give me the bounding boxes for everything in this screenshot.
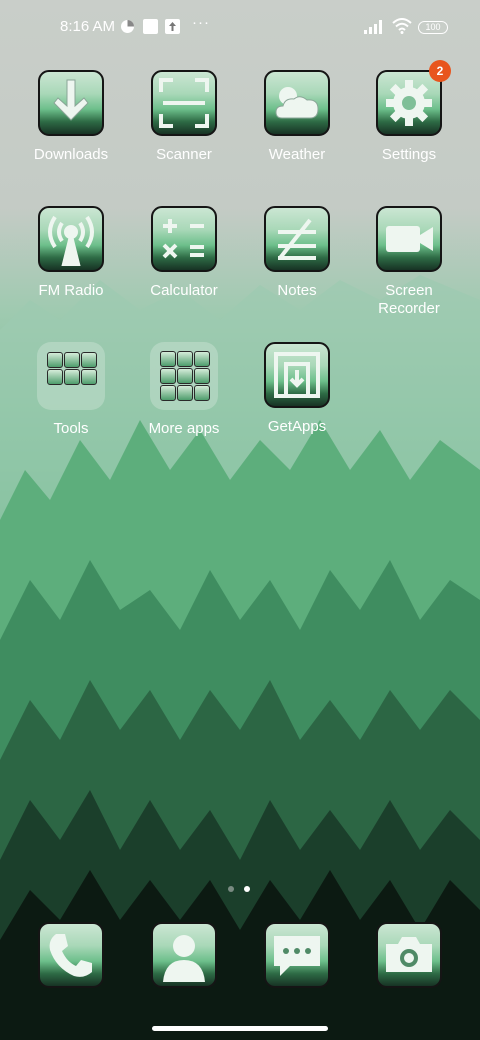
app-scanner[interactable]: Scanner <box>128 70 240 164</box>
app-label: More apps <box>148 420 220 437</box>
app-label: Tools <box>53 420 89 437</box>
app-label: Downloads <box>33 146 109 163</box>
battery-indicator: 100 <box>418 21 448 34</box>
app-screen-recorder[interactable]: Screen Recorder <box>353 206 465 318</box>
radio-icon <box>38 206 104 272</box>
wifi-icon <box>392 18 412 34</box>
upload-notification-icon <box>165 19 180 34</box>
folder-tools[interactable]: Tools <box>15 342 127 438</box>
calculator-icon <box>151 206 217 272</box>
app-label: Settings <box>381 146 437 163</box>
app-label: Screen Recorder <box>378 282 440 317</box>
app-label: Scanner <box>156 146 212 163</box>
app-downloads[interactable]: Downloads <box>15 70 127 164</box>
dock-phone[interactable] <box>15 922 127 988</box>
notes-icon <box>264 206 330 272</box>
messages-icon <box>264 922 330 988</box>
more-notifications-icon: ··· <box>192 14 210 31</box>
dock-camera[interactable] <box>353 922 465 988</box>
folder-more-apps[interactable]: More apps <box>128 342 240 438</box>
app-calculator[interactable]: Calculator <box>128 206 240 300</box>
screen-recorder-icon <box>376 206 442 272</box>
app-fm-radio[interactable]: FM Radio <box>15 206 127 300</box>
notification-square-icon <box>143 19 158 34</box>
download-icon <box>38 70 104 136</box>
weather-icon <box>264 70 330 136</box>
notification-badge: 2 <box>429 60 451 82</box>
app-label: Weather <box>268 146 326 163</box>
dock-messages[interactable] <box>241 922 353 988</box>
app-getapps[interactable]: GetApps <box>241 342 353 436</box>
status-bar: 8:16 AM ··· 100 <box>0 0 480 56</box>
page-dot-active[interactable] <box>244 886 250 892</box>
app-label: Calculator <box>150 282 218 299</box>
home-indicator[interactable] <box>152 1026 328 1031</box>
signal-icon <box>364 20 382 34</box>
data-saver-icon <box>121 20 134 33</box>
app-weather[interactable]: Weather <box>241 70 353 164</box>
getapps-icon <box>264 342 330 408</box>
app-notes[interactable]: Notes <box>241 206 353 300</box>
folder-icon <box>37 342 105 410</box>
scanner-icon <box>151 70 217 136</box>
folder-icon <box>150 342 218 410</box>
contacts-icon <box>151 922 217 988</box>
page-indicator <box>228 879 260 897</box>
clock: 8:16 AM <box>60 18 116 35</box>
dock-contacts[interactable] <box>128 922 240 988</box>
page-dot[interactable] <box>228 886 234 892</box>
gear-icon <box>376 70 442 136</box>
app-label: Notes <box>277 282 317 299</box>
app-label: GetApps <box>267 418 327 435</box>
app-label: FM Radio <box>38 282 104 299</box>
camera-icon <box>376 922 442 988</box>
phone-icon <box>38 922 104 988</box>
app-settings[interactable]: 2 Settings <box>353 60 465 164</box>
